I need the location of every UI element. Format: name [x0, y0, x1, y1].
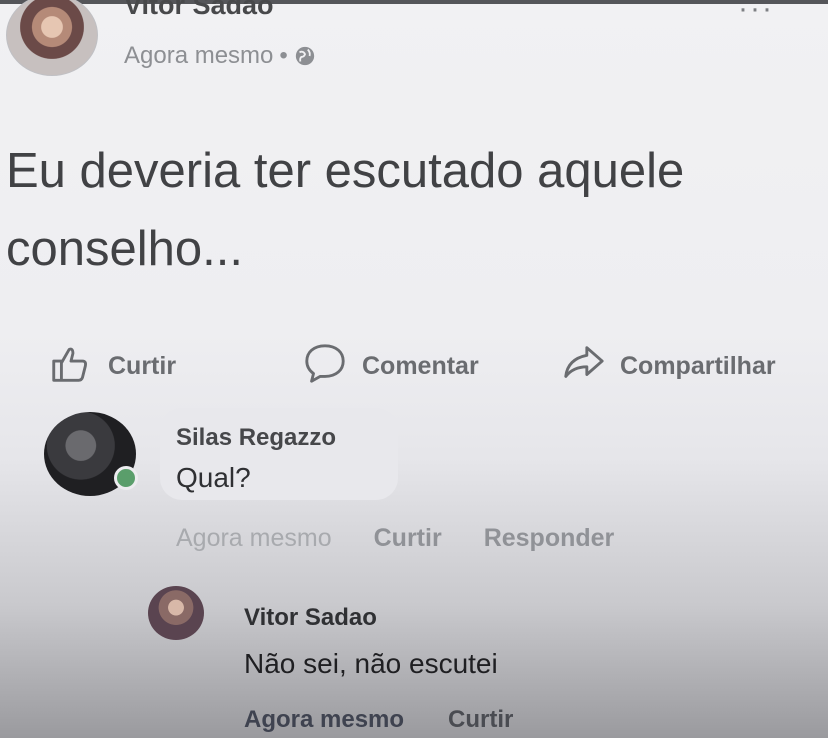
comment-item: Silas Regazzo Qual? Agora mesmo Curtir R…: [44, 408, 744, 568]
share-button[interactable]: Compartilhar: [560, 340, 776, 393]
comment-like-button[interactable]: Curtir: [374, 524, 442, 553]
meta-separator: •: [279, 42, 288, 69]
comment-button[interactable]: Comentar: [302, 340, 479, 393]
author-avatar[interactable]: [6, 0, 98, 76]
reply-time[interactable]: Agora mesmo: [244, 706, 404, 734]
like-button[interactable]: Curtir: [48, 340, 176, 393]
post-text: Eu deveria ter escutado aquele conselho.…: [6, 144, 685, 276]
speech-bubble-icon: [302, 340, 348, 393]
more-dots-icon[interactable]: ···: [738, 0, 774, 26]
reply-item: Vitor Sadao Não sei, não escutei Agora m…: [148, 584, 808, 738]
post-time[interactable]: Agora mesmo: [124, 42, 273, 70]
globe-icon[interactable]: [294, 45, 316, 67]
reply-meta: Agora mesmo Curtir: [244, 706, 513, 734]
post-actions: Curtir Comentar Compartilhar: [0, 340, 828, 400]
like-label: Curtir: [108, 352, 177, 380]
share-arrow-icon: [560, 340, 606, 393]
reply-like-button[interactable]: Curtir: [448, 706, 513, 734]
commenter-name[interactable]: Silas Regazzo: [176, 424, 336, 452]
reply-author-name[interactable]: Vitor Sadao: [244, 604, 377, 632]
comment-text: Qual?: [176, 462, 251, 493]
post-header: Vitor Sadao Agora mesmo • ···: [6, 0, 822, 82]
online-status-dot: [114, 466, 138, 490]
comment-bubble: Silas Regazzo Qual?: [160, 408, 398, 500]
post-author-name[interactable]: Vitor Sadao: [124, 0, 274, 21]
comment-meta: Agora mesmo Curtir Responder: [176, 524, 614, 553]
post-meta: Agora mesmo •: [124, 42, 316, 70]
reply-text: Não sei, não escutei: [244, 648, 498, 679]
comment-time[interactable]: Agora mesmo: [176, 524, 332, 553]
comment-reply-button[interactable]: Responder: [484, 524, 615, 553]
reply-author-avatar[interactable]: [148, 586, 204, 640]
comment-label: Comentar: [362, 352, 479, 380]
thumbs-up-icon: [48, 340, 94, 393]
share-label: Compartilhar: [620, 352, 776, 380]
